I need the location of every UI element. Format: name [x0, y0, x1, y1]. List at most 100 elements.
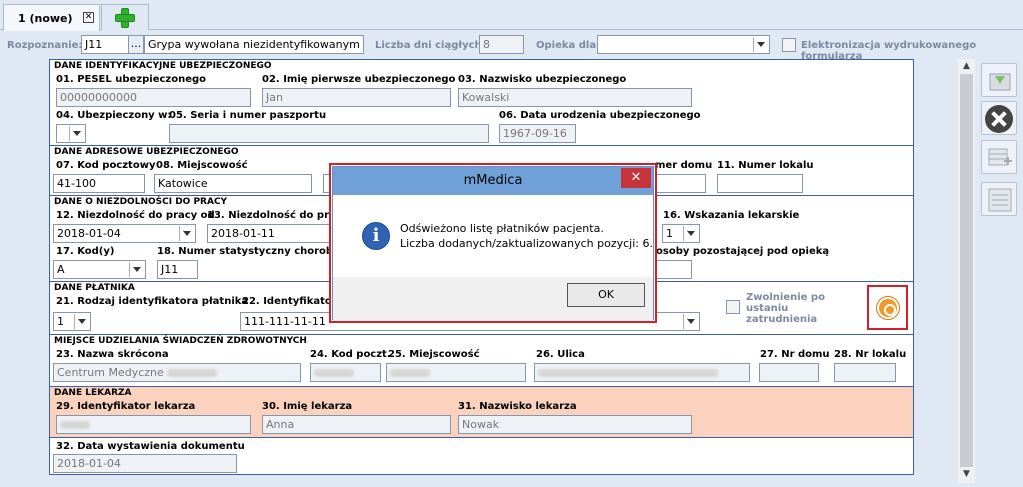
payer-id-type-label: 21. Rodzaj identyfikatora płatnika — [56, 296, 249, 307]
doctor-id-label: 29. Identyfikator lekarza — [56, 401, 196, 412]
save-button[interactable] — [981, 63, 1017, 97]
diagnosis-row: Rozpoznanie: J11 ... Grypa wywołana niez… — [0, 35, 1023, 62]
dialog-message-line1: Odświeżono listę płatników pacjenta. — [400, 222, 604, 235]
diagnosis-label: Rozpoznanie: — [7, 40, 83, 51]
tab-bar: 1 (nowe) ✕ — [0, 0, 1023, 31]
medical-indications-select[interactable]: 1 — [662, 224, 700, 243]
dialog-window: mMedica ✕ i Odświeżono listę płatników p… — [332, 166, 654, 321]
incapacity-to-input[interactable]: 2018-01-11 — [207, 224, 333, 243]
facility-postal-label: 24. Kod poczt. — [310, 349, 391, 360]
insured-in-select[interactable] — [56, 124, 86, 143]
redacted-blur — [314, 369, 354, 377]
issue-date-input[interactable]: 2018-01-04 — [53, 454, 237, 473]
form-icon — [988, 188, 1012, 212]
e-form-checkbox[interactable] — [782, 38, 796, 52]
scroll-thumb[interactable] — [960, 74, 973, 467]
calendar-dropdown-icon[interactable] — [179, 226, 194, 241]
diagnosis-code-input[interactable]: J11 — [81, 35, 129, 54]
vertical-scrollbar[interactable]: ▲ ▼ — [958, 59, 975, 483]
postal-code-input[interactable]: 41-100 — [53, 174, 145, 193]
pesel-input[interactable]: 00000000000 — [56, 88, 251, 107]
stat-number-input[interactable]: J11 — [157, 260, 198, 279]
facility-name-label: 23. Nazwa skrócona — [56, 349, 169, 360]
doctor-id-input[interactable] — [56, 415, 251, 434]
last-name-input[interactable]: Kowalski — [458, 88, 692, 107]
apartment-input[interactable] — [717, 174, 803, 193]
postal-code-label: 07. Kod pocztowy — [56, 160, 156, 171]
issue-date-label: 32. Data wystawienia dokumentu — [56, 441, 245, 452]
first-name-input[interactable]: Jan — [262, 88, 451, 107]
facility-apartment-label: 28. Nr lokalu — [834, 349, 907, 360]
scroll-down-icon[interactable]: ▼ — [961, 469, 972, 480]
facility-city-label: 25. Miejscowość — [388, 349, 480, 360]
facility-apartment-input[interactable] — [834, 363, 896, 382]
facility-house-input[interactable] — [759, 363, 819, 382]
facility-house-label: 27. Nr domu — [760, 349, 830, 360]
cared-person-label: osoby pozostającej pod opieką — [656, 246, 830, 257]
tab-1-new[interactable]: 1 (nowe) ✕ — [3, 4, 100, 31]
print-button[interactable] — [981, 182, 1017, 216]
scroll-up-icon[interactable]: ▲ — [961, 61, 972, 72]
cancel-button[interactable] — [981, 101, 1017, 135]
refresh-payers-button[interactable] — [867, 285, 908, 330]
days-input[interactable]: 8 — [479, 35, 524, 54]
passport-input[interactable] — [169, 124, 489, 143]
dismissal-label: Zwolnienie po ustaniu zatrudnienia — [746, 292, 825, 325]
codes-select[interactable]: A — [53, 260, 146, 279]
section-facility: MIEJSCE UDZIELANIA ŚWIADCZEŃ ZDROWOTNYCH… — [50, 335, 913, 387]
days-label: Liczba dni ciągłych: — [375, 40, 486, 51]
facility-street-label: 26. Ulica — [536, 349, 585, 360]
chevron-down-icon[interactable] — [683, 314, 698, 329]
info-icon: i — [362, 222, 390, 250]
diagnosis-picker-button[interactable]: ... — [128, 35, 144, 54]
payer-id-type-select[interactable]: 1 — [53, 312, 91, 331]
refresh-icon — [877, 297, 899, 319]
dialog-body: i Odświeżono listę płatników pacjenta. L… — [333, 195, 653, 277]
passport-label: 05. Seria i numer paszportu — [169, 110, 327, 121]
city-input[interactable]: Katowice — [154, 174, 312, 193]
section-title: DANE LEKARZA — [54, 388, 132, 398]
add-entry-button[interactable] — [981, 140, 1017, 174]
chevron-down-icon[interactable] — [74, 314, 89, 329]
close-icon — [985, 105, 1013, 133]
add-tab-button[interactable] — [101, 4, 149, 30]
diagnosis-desc-input[interactable]: Grypa wywołana niezidentyfikowanym ... — [144, 35, 364, 54]
first-name-label: 02. Imię pierwsze ubezpieczonego — [262, 74, 456, 85]
redacted-blur — [60, 421, 90, 429]
dismissal-checkbox[interactable] — [726, 300, 740, 314]
incapacity-from-input[interactable]: 2018-01-04 — [53, 224, 196, 243]
ok-button[interactable]: OK — [567, 283, 645, 307]
info-dialog: mMedica ✕ i Odświeżono listę płatników p… — [329, 163, 657, 323]
plus-icon — [115, 8, 135, 28]
medical-indications-label: 16. Wskazania lekarskie — [663, 210, 800, 221]
cared-person-input[interactable] — [655, 260, 692, 279]
section-title: DANE ADRESOWE UBEZPIECZONEGO — [54, 147, 239, 157]
section-title: MIEJSCE UDZIELANIA ŚWIADCZEŃ ZDROWOTNYCH — [54, 336, 307, 346]
chevron-down-icon[interactable] — [69, 126, 84, 141]
doctor-last-name-input[interactable]: Nowak — [458, 415, 692, 434]
care-label: Opieka dla: — [536, 40, 601, 51]
doctor-first-name-input[interactable]: Anna — [262, 415, 451, 434]
facility-street-input[interactable] — [534, 363, 750, 382]
tab-label: 1 (nowe) — [18, 12, 73, 25]
doctor-last-name-label: 31. Nazwisko lekarza — [458, 401, 577, 412]
care-select[interactable] — [597, 35, 770, 54]
chevron-down-icon[interactable] — [129, 262, 144, 277]
tab-close-icon[interactable]: ✕ — [83, 12, 94, 23]
section-doctor: DANE LEKARZA 29. Identyfikator lekarza 3… — [50, 387, 913, 438]
section-title: DANE PŁATNIKA — [54, 283, 135, 293]
dialog-close-icon[interactable]: ✕ — [621, 168, 651, 188]
house-number-label: mer domu — [655, 160, 713, 171]
house-number-input[interactable] — [655, 174, 706, 193]
dialog-footer: OK — [333, 277, 653, 321]
incapacity-from-label: 12. Niezdolność do pracy od — [56, 210, 215, 221]
last-name-label: 03. Nazwisko ubezpieczonego — [458, 74, 627, 85]
facility-city-input[interactable] — [386, 363, 526, 382]
chevron-down-icon[interactable] — [753, 37, 768, 52]
save-icon — [989, 73, 1011, 91]
facility-name-input[interactable]: Centrum Medyczne — [53, 363, 301, 382]
dialog-message-line2: Liczba dodanych/zaktualizowanych pozycji… — [400, 237, 653, 250]
facility-postal-input[interactable] — [310, 363, 381, 382]
chevron-down-icon[interactable] — [683, 226, 698, 241]
birth-date-input[interactable]: 1967-09-16 — [499, 124, 576, 143]
